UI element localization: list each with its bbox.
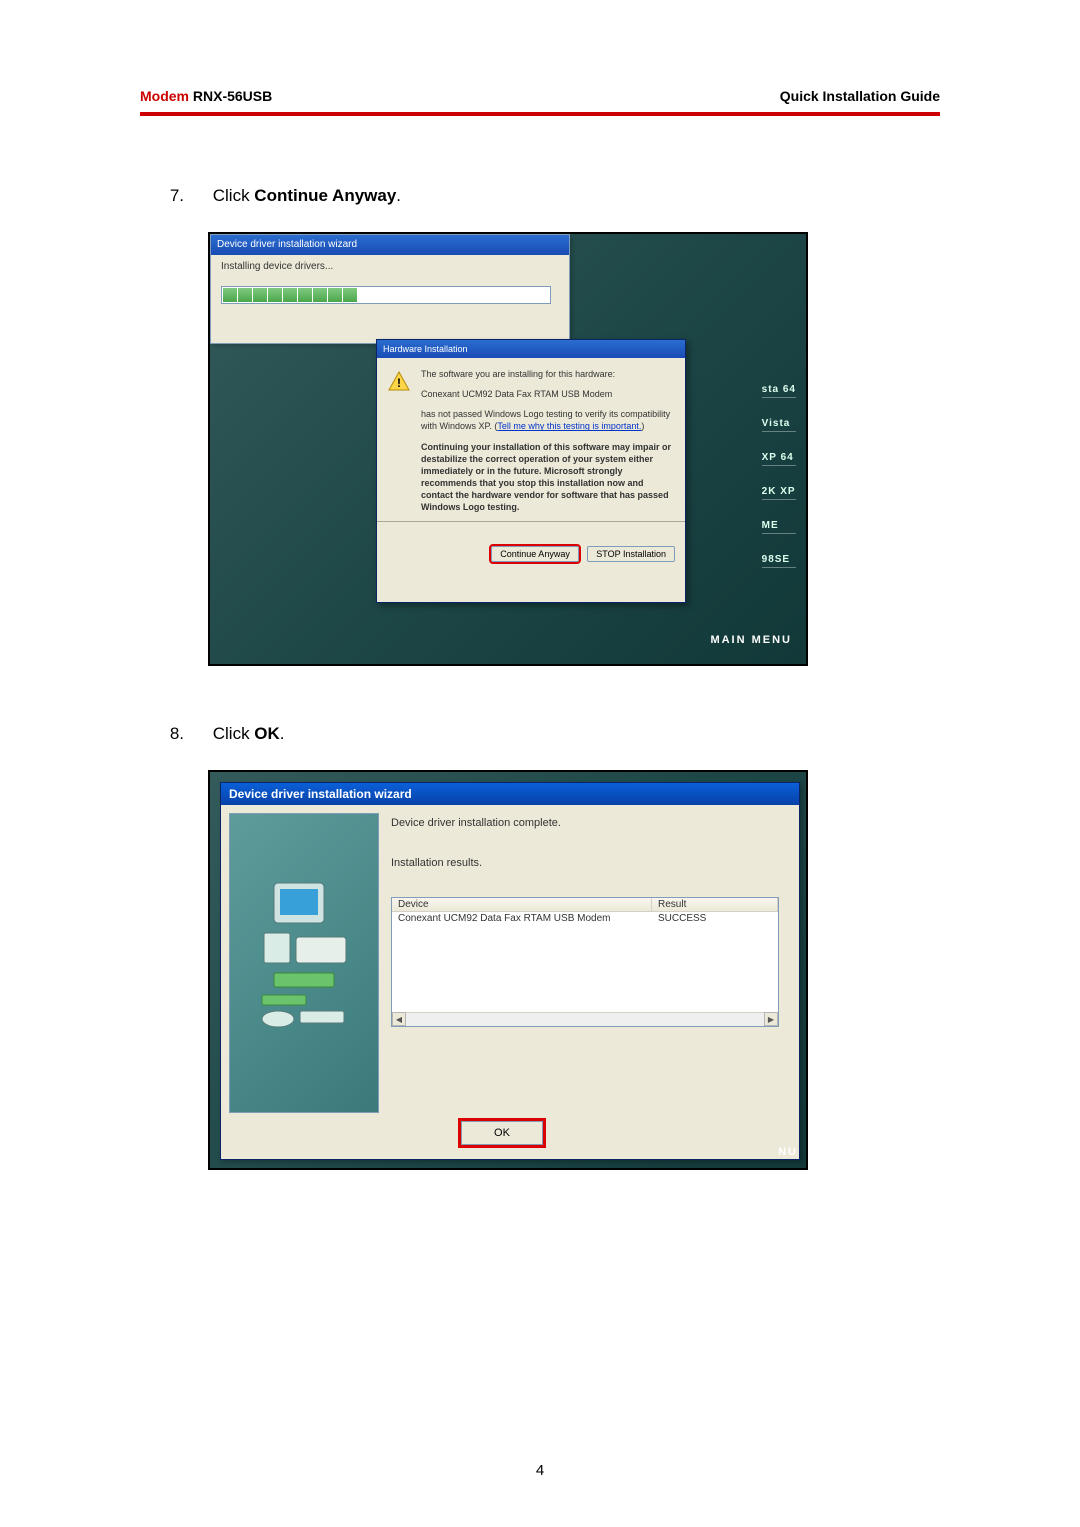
install-wizard-window: Device driver installation wizard Instal… bbox=[210, 234, 570, 344]
header-right: Quick Installation Guide bbox=[780, 88, 940, 104]
page-header: Modem RNX-56USB Quick Installation Guide bbox=[140, 88, 940, 110]
scroll-track[interactable] bbox=[406, 1012, 764, 1026]
main-menu-label: MAIN MENU bbox=[710, 634, 792, 646]
side-label-1: Vista bbox=[762, 418, 796, 432]
wizard-complete-msg: Device driver installation complete. bbox=[391, 817, 789, 829]
results-table: Device Result Conexant UCM92 Data Fax RT… bbox=[391, 897, 779, 1027]
wizard-complete-title: Device driver installation wizard bbox=[221, 783, 799, 805]
install-wizard-status: Installing device drivers... bbox=[221, 261, 559, 272]
hardware-dialog-title: Hardware Installation bbox=[377, 340, 685, 358]
results-header-device: Device bbox=[392, 898, 652, 911]
hw-line-2b: ) bbox=[641, 421, 644, 431]
nu-label: NU bbox=[778, 1146, 798, 1158]
document-page: Modem RNX-56USB Quick Installation Guide… bbox=[0, 0, 1080, 1527]
step-8-bold: OK bbox=[254, 724, 280, 743]
results-header-row: Device Result bbox=[392, 898, 778, 912]
side-label-3: 2K XP bbox=[762, 486, 796, 500]
install-wizard-title: Device driver installation wizard bbox=[211, 235, 569, 255]
hw-testing-link[interactable]: Tell me why this testing is important. bbox=[497, 421, 641, 431]
hw-separator bbox=[377, 521, 685, 522]
hw-line-1: The software you are installing for this… bbox=[421, 368, 673, 380]
step-8: 8. Click OK. bbox=[140, 724, 940, 744]
step-8-suffix: . bbox=[280, 724, 285, 743]
side-label-0: sta 64 bbox=[762, 384, 796, 398]
results-header-result: Result bbox=[652, 898, 778, 911]
page-number: 4 bbox=[0, 1462, 1080, 1479]
hw-line-2: has not passed Windows Logo testing to v… bbox=[421, 408, 673, 432]
step-8-number: 8. bbox=[140, 724, 184, 744]
wizard-results-label: Installation results. bbox=[391, 857, 789, 869]
scroll-left-button[interactable]: ◀ bbox=[392, 1012, 406, 1026]
computer-hardware-icon bbox=[244, 873, 364, 1053]
ok-button[interactable]: OK bbox=[461, 1121, 543, 1145]
hw-warning-text: Continuing your installation of this sof… bbox=[421, 441, 673, 514]
side-label-4: ME bbox=[762, 520, 796, 534]
wizard-right-panel: Device driver installation complete. Ins… bbox=[391, 817, 789, 1027]
horizontal-scrollbar[interactable]: ◀ ▶ bbox=[392, 1012, 778, 1026]
hw-button-row: Continue Anyway STOP Installation bbox=[377, 538, 685, 562]
install-wizard-body: Installing device drivers... bbox=[211, 255, 569, 310]
scroll-right-button[interactable]: ▶ bbox=[764, 1012, 778, 1026]
header-rule bbox=[140, 112, 940, 116]
step-7-bold: Continue Anyway bbox=[254, 186, 396, 205]
wizard-left-graphic bbox=[229, 813, 379, 1113]
screenshot-1: Device driver installation wizard Instal… bbox=[208, 232, 808, 666]
step-7-prefix: Click bbox=[213, 186, 255, 205]
warning-icon: ! bbox=[387, 370, 411, 394]
results-cell-result: SUCCESS bbox=[652, 912, 712, 925]
side-label-2: XP 64 bbox=[762, 452, 796, 466]
step-7-suffix: . bbox=[396, 186, 401, 205]
header-left: Modem RNX-56USB bbox=[140, 88, 272, 104]
stop-installation-button[interactable]: STOP Installation bbox=[587, 546, 675, 562]
header-brand: Modem bbox=[140, 88, 189, 104]
header-model: RNX-56USB bbox=[193, 88, 272, 104]
hardware-installation-dialog: Hardware Installation ! The software you… bbox=[376, 339, 686, 603]
step-8-prefix: Click bbox=[213, 724, 255, 743]
step-7-number: 7. bbox=[140, 186, 184, 206]
results-cell-device: Conexant UCM92 Data Fax RTAM USB Modem bbox=[392, 912, 652, 925]
wizard-complete-window: Device driver installation wizard Device… bbox=[220, 782, 800, 1160]
svg-text:!: ! bbox=[397, 376, 401, 390]
os-side-labels: sta 64 Vista XP 64 2K XP ME 98SE bbox=[762, 384, 796, 588]
step-7: 7. Click Continue Anyway. bbox=[140, 186, 940, 206]
install-progress-bar bbox=[221, 286, 551, 304]
hw-device-name: Conexant UCM92 Data Fax RTAM USB Modem bbox=[421, 388, 673, 400]
continue-anyway-button[interactable]: Continue Anyway bbox=[491, 546, 579, 562]
side-label-5: 98SE bbox=[762, 554, 796, 568]
screenshot-2: Device driver installation wizard Device… bbox=[208, 770, 808, 1170]
hardware-dialog-body: ! The software you are installing for th… bbox=[377, 358, 685, 538]
results-data-row: Conexant UCM92 Data Fax RTAM USB Modem S… bbox=[392, 912, 778, 925]
